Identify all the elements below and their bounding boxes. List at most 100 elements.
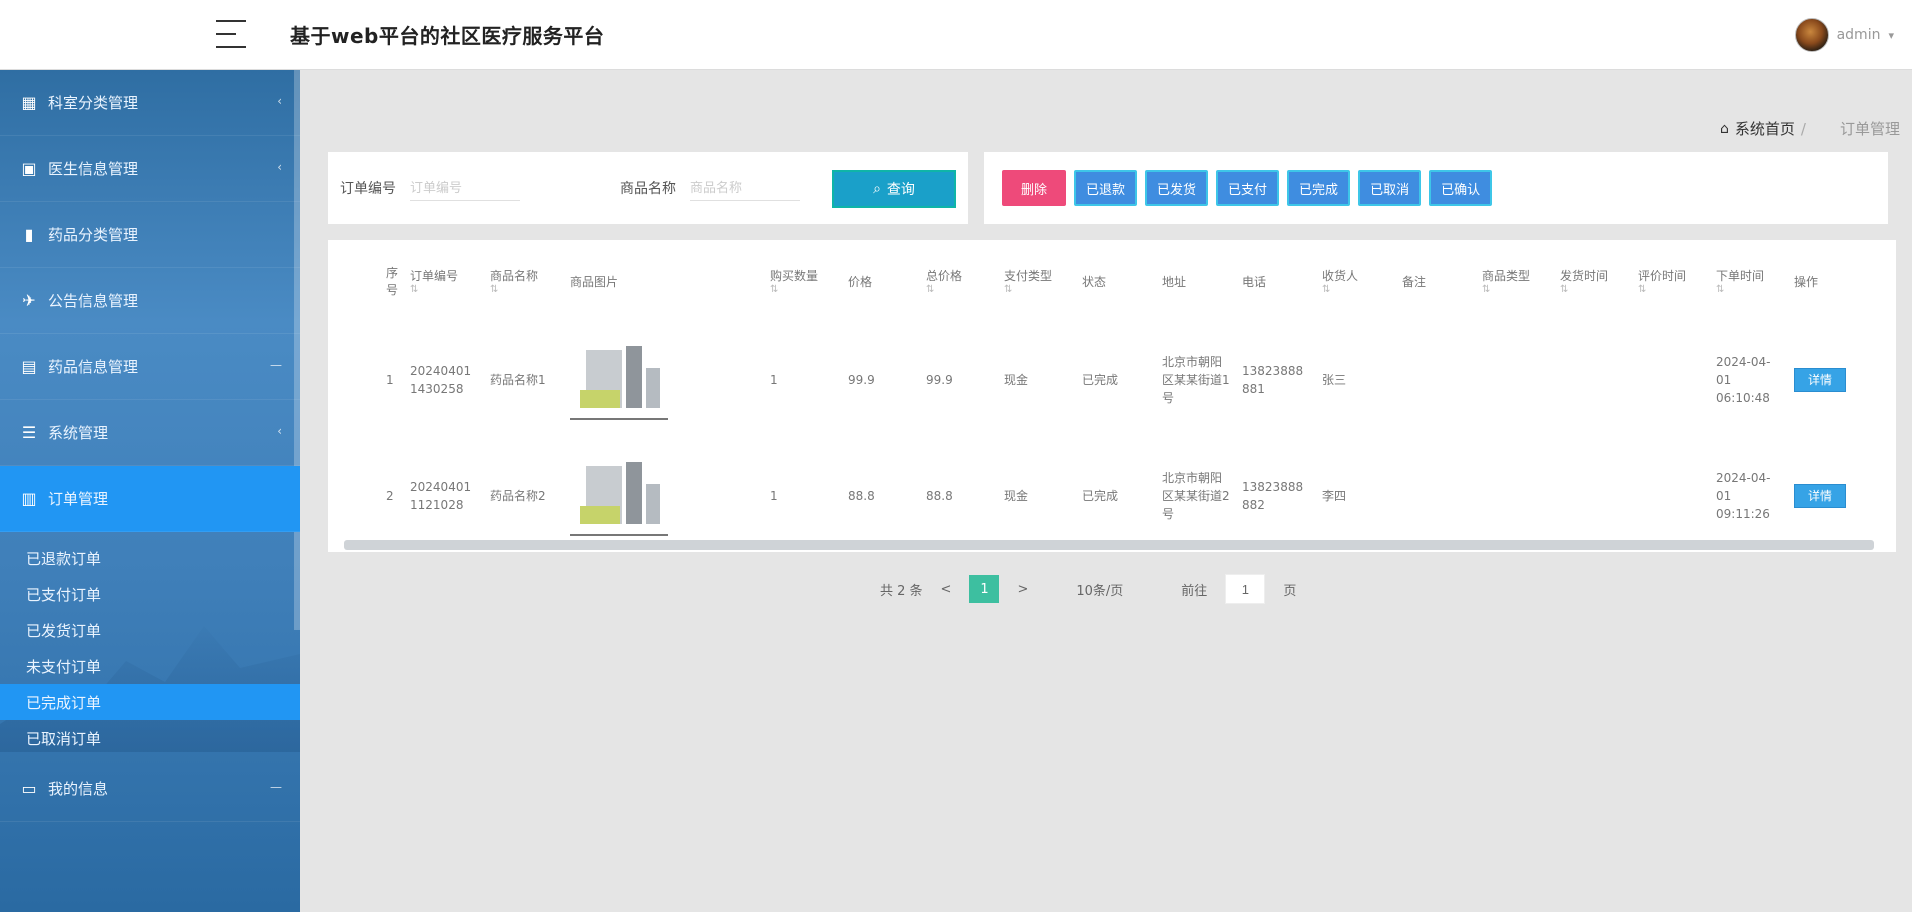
sidebar-item-doctor[interactable]: ▣ 医生信息管理 ‹ xyxy=(0,136,300,202)
submenu-completed[interactable]: 已完成订单 xyxy=(0,684,300,720)
sort-icon: ⇅ xyxy=(1716,284,1725,295)
col-header[interactable]: 收货人 ⇅ xyxy=(1316,240,1396,322)
box-icon: ▤ xyxy=(21,357,37,376)
wallet-icon: ▭ xyxy=(21,779,37,798)
pager-total: 共 2 条 xyxy=(880,583,923,599)
pin-icon: ✈ xyxy=(22,291,36,310)
query-button[interactable]: ⌕ 查询 xyxy=(832,170,956,208)
submenu-cancelled[interactable]: 已取消订单 xyxy=(0,720,300,756)
cell-pay-type: 现金 xyxy=(1004,489,1029,503)
col-header[interactable]: 价格 xyxy=(842,240,920,322)
cell-product: 药品名称1 xyxy=(490,373,546,387)
pager-prev-button[interactable]: < xyxy=(941,582,952,597)
product-name-input[interactable] xyxy=(690,175,800,201)
home-icon: ⌂ xyxy=(1720,120,1729,137)
sidebar-item-label: 医生信息管理 xyxy=(48,160,139,178)
breadcrumb: ⌂ 系统首页 / 订单管理 xyxy=(1720,118,1900,139)
product-thumbnail[interactable] xyxy=(570,340,669,420)
mark-confirmed-button[interactable]: 已确认 xyxy=(1429,170,1493,206)
cell-phone: 13823888882 xyxy=(1242,480,1304,512)
cell-order-no: 202404011121028 xyxy=(410,480,472,512)
chevron-down-icon: ▾ xyxy=(1888,28,1894,42)
product-thumbnail[interactable] xyxy=(570,456,669,536)
avatar xyxy=(1794,18,1829,52)
table-row: 1 202404011430258 药品名称1 1 99.9 99.9 现金 已… xyxy=(328,322,1852,438)
sort-icon: ⇅ xyxy=(410,284,419,295)
query-button-label: 查询 xyxy=(886,182,915,198)
sidebar-item-system[interactable]: ☰ 系统管理 ‹ xyxy=(0,400,300,466)
search-panel: 订单编号 商品名称 ⌕ 查询 xyxy=(328,152,968,224)
cell-price: 99.9 xyxy=(848,373,875,387)
detail-button[interactable]: 详情 xyxy=(1794,368,1847,392)
mark-completed-button[interactable]: 已完成 xyxy=(1287,170,1351,206)
cell-address: 北京市朝阳区某某街道2号 xyxy=(1162,471,1230,521)
pager-goto-input[interactable] xyxy=(1225,574,1266,604)
chevron-icon: — xyxy=(270,780,282,794)
col-header[interactable]: 评价时间 ⇅ xyxy=(1632,240,1710,322)
col-header[interactable]: 支付类型 ⇅ xyxy=(998,240,1076,322)
cell-phone: 13823888881 xyxy=(1242,364,1304,396)
pager-page-size-select[interactable]: 10条/页 xyxy=(1076,580,1123,599)
sidebar-item-label: 科室分类管理 xyxy=(48,94,139,112)
book-icon: ▥ xyxy=(21,489,37,508)
col-header[interactable]: 订单编号 ⇅ xyxy=(404,240,484,322)
mark-shipped-button[interactable]: 已发货 xyxy=(1145,170,1209,206)
col-header[interactable]: 购买数量 ⇅ xyxy=(764,240,842,322)
cell-pay-type: 现金 xyxy=(1004,373,1029,387)
sidebar-item-orders[interactable]: ▥ 订单管理 xyxy=(0,466,300,532)
sort-icon: ⇅ xyxy=(1560,284,1569,295)
mark-cancelled-button[interactable]: 已取消 xyxy=(1358,170,1422,206)
top-bar: 基于web平台的社区医疗服务平台 admin ▾ xyxy=(0,0,1912,70)
chevron-icon: ‹ xyxy=(277,160,282,174)
mark-paid-button[interactable]: 已支付 xyxy=(1216,170,1280,206)
cell-total: 99.9 xyxy=(926,373,953,387)
detail-button[interactable]: 详情 xyxy=(1794,484,1847,508)
username: admin xyxy=(1836,27,1881,43)
pager-page-1[interactable]: 1 xyxy=(969,575,1000,603)
cell-order-no: 202404011430258 xyxy=(410,364,472,396)
cell-review-time xyxy=(1632,322,1710,438)
col-header[interactable]: 地址 xyxy=(1156,240,1236,322)
sidebar-item-drug-category[interactable]: ▮ 药品分类管理 xyxy=(0,202,300,268)
col-header[interactable]: 发货时间 ⇅ xyxy=(1554,240,1632,322)
cell-ship-time xyxy=(1554,438,1632,552)
submenu-unpaid[interactable]: 未支付订单 xyxy=(0,648,300,684)
sort-icon: ⇅ xyxy=(926,284,935,295)
mark-refunded-button[interactable]: 已退款 xyxy=(1074,170,1138,206)
list-icon: ☰ xyxy=(21,423,37,442)
col-header[interactable]: 下单时间 ⇅ xyxy=(1710,240,1788,322)
sort-icon: ⇅ xyxy=(1482,284,1491,295)
orders-submenu: 已退款订单 已支付订单 已发货订单 未支付订单 已完成订单 已取消订单 xyxy=(0,532,300,756)
sidebar-item-label: 药品分类管理 xyxy=(48,226,139,244)
delete-button[interactable]: 删除 xyxy=(1002,170,1066,206)
pager-next-button[interactable]: > xyxy=(1017,582,1028,597)
submenu-refunded[interactable]: 已退款订单 xyxy=(0,540,300,576)
table-horizontal-scrollbar[interactable] xyxy=(344,540,1874,550)
breadcrumb-current: 订单管理 xyxy=(1839,120,1900,138)
sidebar-item-drug[interactable]: ▤ 药品信息管理 — xyxy=(0,334,300,400)
orders-table-panel: 序号 订单编号 ⇅ 商品名称 ⇅ 商品图片 购买数量 ⇅ 价格 总价格 ⇅ 支付类型 ⇅ … xyxy=(328,240,1896,552)
breadcrumb-home[interactable]: 系统首页 xyxy=(1735,118,1795,139)
col-header: 操作 xyxy=(1794,274,1819,289)
col-header[interactable]: 商品名称 ⇅ xyxy=(484,240,564,322)
user-menu[interactable]: admin ▾ xyxy=(1794,17,1894,53)
pagination: 共 2 条 < 1 > 10条/页 前往 页 xyxy=(880,574,1296,604)
submenu-paid[interactable]: 已支付订单 xyxy=(0,576,300,612)
sidebar-item-department[interactable]: ▦ 科室分类管理 ‹ xyxy=(0,70,300,136)
col-header[interactable]: 备注 xyxy=(1396,240,1476,322)
col-header[interactable]: 总价格 ⇅ xyxy=(920,240,998,322)
sort-icon: ⇅ xyxy=(1638,284,1647,295)
cell-op: 详情 xyxy=(1788,322,1852,438)
menu-toggle-icon[interactable] xyxy=(216,20,246,48)
col-header[interactable]: 商品类型 ⇅ xyxy=(1476,240,1554,322)
cell-status: 已完成 xyxy=(1082,373,1119,387)
order-no-input[interactable] xyxy=(410,175,520,201)
sidebar-item-notice[interactable]: ✈ 公告信息管理 xyxy=(0,268,300,334)
cell-product-type xyxy=(1476,322,1554,438)
col-header[interactable]: 状态 xyxy=(1076,240,1156,322)
submenu-shipped[interactable]: 已发货订单 xyxy=(0,612,300,648)
col-header[interactable]: 电话 xyxy=(1236,240,1316,322)
sidebar-item-profile[interactable]: ▭ 我的信息 — xyxy=(0,756,300,822)
cell-address: 北京市朝阳区某某街道1号 xyxy=(1162,355,1230,405)
app-title: 基于web平台的社区医疗服务平台 xyxy=(290,24,605,48)
